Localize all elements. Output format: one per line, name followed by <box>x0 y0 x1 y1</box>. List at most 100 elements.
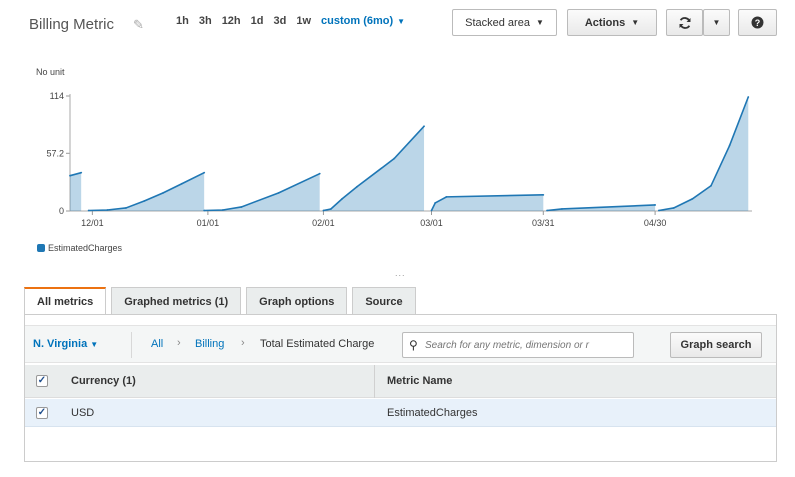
chevron-down-icon: ▼ <box>397 17 406 26</box>
tab-source[interactable]: Source <box>352 287 416 315</box>
x-tick-label: 02/01 <box>312 218 335 228</box>
x-tick-label: 01/01 <box>197 218 220 228</box>
data-point <box>356 185 358 188</box>
data-point <box>341 197 343 200</box>
range-1h[interactable]: 1h <box>176 15 189 27</box>
data-point <box>691 197 694 200</box>
pencil-icon[interactable]: ✎ <box>133 17 144 33</box>
table-header: ✓ Currency (1) Metric Name <box>25 365 776 398</box>
chart-area: No unit 114 57.2 0 12/01 01/01 02/01 03/01 03/31… <box>0 55 795 270</box>
cell-currency: USD <box>71 407 95 419</box>
region-selector[interactable]: N. Virginia ▼ <box>33 338 98 350</box>
refresh-interval-dropdown[interactable]: ▼ <box>703 9 730 36</box>
data-point <box>221 209 224 211</box>
data-point <box>162 191 165 194</box>
tab-all-metrics[interactable]: All metrics <box>24 287 107 315</box>
data-point <box>277 191 280 194</box>
range-1w[interactable]: 1w <box>296 15 311 27</box>
data-point <box>180 182 183 185</box>
graph-search-button[interactable]: Graph search <box>670 332 762 358</box>
chart-type-label: Stacked area <box>465 16 530 29</box>
panel-tabs: All metrics Graphed metrics (1) Graph op… <box>24 287 421 315</box>
panel-body: N. Virginia ▼ All › Billing › Total Esti… <box>24 314 777 462</box>
cell-metric-name: EstimatedCharges <box>387 407 478 419</box>
chevron-right-icon: › <box>177 337 181 349</box>
metrics-panel: All metrics Graphed metrics (1) Graph op… <box>24 287 777 462</box>
data-point <box>434 202 437 204</box>
series-area <box>323 126 425 211</box>
billing-chart: No unit 114 57.2 0 12/01 01/01 02/01 03/01 03/31… <box>36 67 752 228</box>
data-point <box>654 204 657 206</box>
column-header-currency[interactable]: Currency (1) <box>71 375 136 387</box>
legend-swatch <box>37 244 45 252</box>
chevron-down-icon: ▼ <box>90 340 99 349</box>
breadcrumb-all[interactable]: All <box>151 338 163 350</box>
select-all-checkbox[interactable]: ✓ <box>36 375 48 387</box>
svg-text:?: ? <box>755 18 761 28</box>
data-point <box>106 209 109 211</box>
chevron-down-icon: ▼ <box>712 18 721 27</box>
refresh-icon <box>679 16 690 29</box>
chevron-down-icon: ▼ <box>631 18 640 27</box>
y-tick-label: 0 <box>59 206 64 216</box>
table-row[interactable]: ✓ USD EstimatedCharges <box>25 399 776 427</box>
data-point <box>423 125 425 128</box>
range-1d[interactable]: 1d <box>251 15 264 27</box>
search-icon: ⚲ <box>409 338 418 352</box>
chart-legend[interactable]: EstimatedCharges <box>37 243 122 253</box>
data-point <box>69 174 71 177</box>
data-point <box>87 209 90 212</box>
breadcrumb-current: Total Estimated Charge <box>260 338 375 350</box>
column-header-metric-name[interactable]: Metric Name <box>387 375 452 387</box>
data-point <box>203 209 206 212</box>
data-point <box>240 206 243 208</box>
data-point <box>430 209 433 212</box>
data-point <box>542 193 545 196</box>
resize-handle[interactable]: ... <box>395 268 406 278</box>
x-tick-label: 03/31 <box>532 218 555 228</box>
x-tick-label: 03/01 <box>420 218 443 228</box>
y-tick-label: 114 <box>50 91 64 101</box>
legend-label: EstimatedCharges <box>48 243 123 253</box>
region-label: N. Virginia <box>33 338 88 350</box>
x-tick-label: 12/01 <box>81 218 104 228</box>
range-3h[interactable]: 3h <box>199 15 212 27</box>
data-point <box>747 96 750 98</box>
data-point <box>561 208 563 210</box>
help-button[interactable]: ? <box>738 9 777 36</box>
y-axis-label: No unit <box>36 67 65 77</box>
data-point <box>445 195 448 198</box>
tab-graph-options[interactable]: Graph options <box>246 287 348 315</box>
data-point <box>393 157 396 160</box>
data-point <box>203 171 206 174</box>
row-checkbox[interactable]: ✓ <box>36 407 48 419</box>
breadcrumb-billing[interactable]: Billing <box>195 338 224 350</box>
data-point <box>80 171 83 174</box>
range-3d[interactable]: 3d <box>274 15 287 27</box>
series-area <box>658 97 749 211</box>
data-point <box>546 209 548 212</box>
tab-graphed-metrics[interactable]: Graphed metrics (1) <box>111 287 242 315</box>
toolbar: Billing Metric ✎ 1h 3h 12h 1d 3d 1w cust… <box>0 0 795 48</box>
range-12h[interactable]: 12h <box>222 15 241 27</box>
data-point <box>657 209 660 212</box>
series-area <box>70 172 82 211</box>
metric-search[interactable]: ⚲ <box>402 332 634 358</box>
column-divider <box>374 365 375 398</box>
data-point <box>329 208 332 210</box>
y-tick-label: 57.2 <box>46 148 64 158</box>
divider <box>131 332 132 358</box>
actions-button[interactable]: Actions ▼ <box>567 9 657 36</box>
chevron-right-icon: › <box>241 337 245 349</box>
actions-label: Actions <box>584 16 626 29</box>
x-tick-label: 04/30 <box>644 218 667 228</box>
series-area <box>204 173 320 211</box>
chart-type-dropdown[interactable]: Stacked area ▼ <box>452 9 557 36</box>
refresh-button[interactable] <box>666 9 703 36</box>
data-point <box>143 200 146 202</box>
range-custom[interactable]: custom (6mo) ▼ <box>321 15 405 27</box>
data-point <box>318 172 321 175</box>
search-input[interactable] <box>425 337 630 354</box>
help-icon: ? <box>751 16 764 29</box>
data-point <box>710 184 712 187</box>
